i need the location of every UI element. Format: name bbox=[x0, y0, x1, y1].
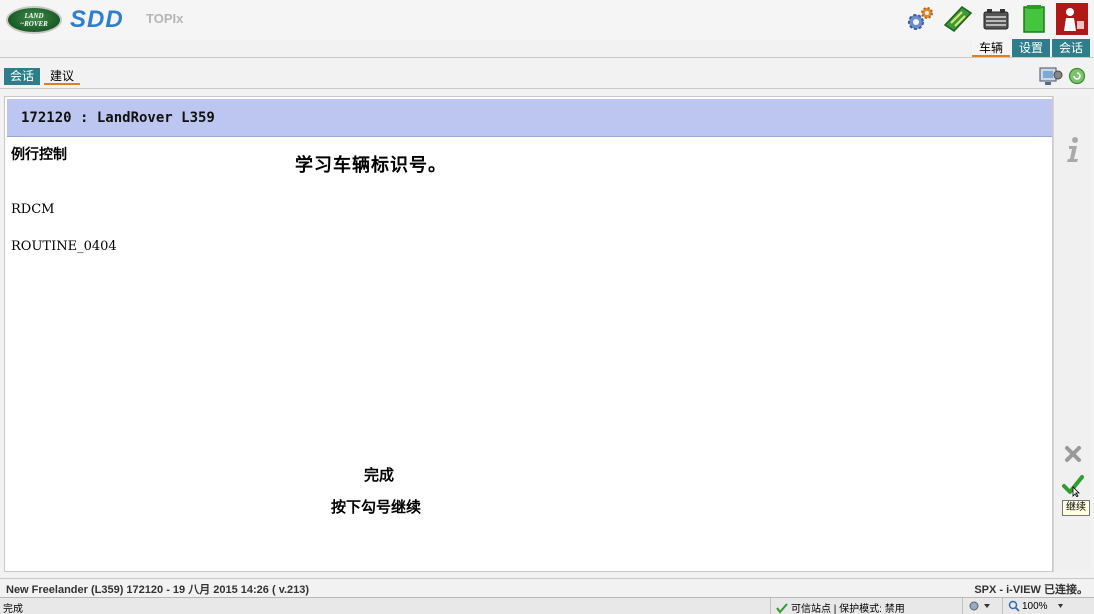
trusted-zone-label: 可信站点 | 保护模式: 禁用 bbox=[791, 604, 905, 614]
tooltip: 继续 bbox=[1062, 500, 1090, 516]
trusted-zone: 可信站点 | 保护模式: 禁用 bbox=[776, 600, 905, 614]
cross-icon[interactable] bbox=[1058, 439, 1088, 469]
chevron-down-icon bbox=[1057, 604, 1063, 608]
instruction-text: 学习车辆标识号。 bbox=[295, 155, 447, 175]
zoom-level: 100% bbox=[1022, 600, 1048, 612]
vehicle-banner: 172120 : LandRover L359 bbox=[7, 99, 1052, 137]
page-status: 完成 bbox=[3, 604, 23, 614]
tab-session[interactable]: 会话 bbox=[1051, 39, 1090, 57]
session-info: New Freelander (L359) 172120 - 19 八月 201… bbox=[6, 584, 310, 596]
check-icon bbox=[776, 602, 788, 614]
checkmark-icon[interactable] bbox=[1058, 470, 1088, 500]
settings-gears-icon[interactable] bbox=[904, 3, 936, 35]
magnifier-icon bbox=[1008, 600, 1020, 612]
toolbar bbox=[904, 3, 1088, 35]
zone-icon[interactable] bbox=[968, 600, 992, 614]
module-name: TOPIx bbox=[146, 11, 184, 26]
divider bbox=[0, 57, 1094, 58]
green-circle-icon[interactable] bbox=[1068, 67, 1086, 88]
browser-status-bar: 完成 可信站点 | 保护模式: 禁用 100% bbox=[0, 597, 1094, 614]
main-tabs: 车辆 设置 会话 bbox=[971, 39, 1090, 57]
battery-icon[interactable] bbox=[980, 3, 1012, 35]
divider bbox=[770, 598, 771, 614]
divider bbox=[962, 598, 963, 614]
status-done: 完成 bbox=[364, 467, 395, 484]
routine-code: ROUTINE_0404 bbox=[11, 239, 117, 254]
user-exit-icon[interactable] bbox=[1056, 3, 1088, 35]
land-rover-logo: LAND ~ROVER bbox=[6, 6, 62, 34]
vehicle-id: 172120 : LandRover L359 bbox=[21, 110, 215, 126]
tab-session-sub[interactable]: 会话 bbox=[4, 68, 41, 85]
content-panel: 172120 : LandRover L359 例行控制 学习车辆标识号。 RD… bbox=[4, 96, 1053, 572]
continue-prompt: 按下勾号继续 bbox=[331, 499, 422, 516]
app-footer: New Freelander (L359) 172120 - 19 八月 201… bbox=[0, 578, 1094, 596]
app-name: SDD bbox=[70, 6, 124, 33]
sub-tabs: 会话 建议 bbox=[4, 68, 81, 85]
connection-status: SPX - i-VIEW 已连接。 bbox=[974, 584, 1088, 596]
divider bbox=[0, 88, 1094, 89]
tab-settings[interactable]: 设置 bbox=[1011, 39, 1050, 57]
routine-title: 例行控制 bbox=[11, 146, 67, 162]
sub-toolbar bbox=[1038, 64, 1086, 91]
network-card-icon[interactable] bbox=[942, 3, 974, 35]
app-header: LAND ~ROVER SDD TOPIx bbox=[0, 0, 1094, 40]
camera-monitor-icon[interactable] bbox=[1038, 64, 1064, 91]
tab-vehicle[interactable]: 车辆 bbox=[971, 39, 1010, 57]
info-icon[interactable] bbox=[1058, 134, 1088, 164]
module-code: RDCM bbox=[11, 202, 55, 217]
document-green-icon[interactable] bbox=[1018, 3, 1050, 35]
zoom-control[interactable]: 100% bbox=[1008, 600, 1064, 612]
divider bbox=[1002, 598, 1003, 614]
tab-recommendations[interactable]: 建议 bbox=[44, 68, 81, 85]
